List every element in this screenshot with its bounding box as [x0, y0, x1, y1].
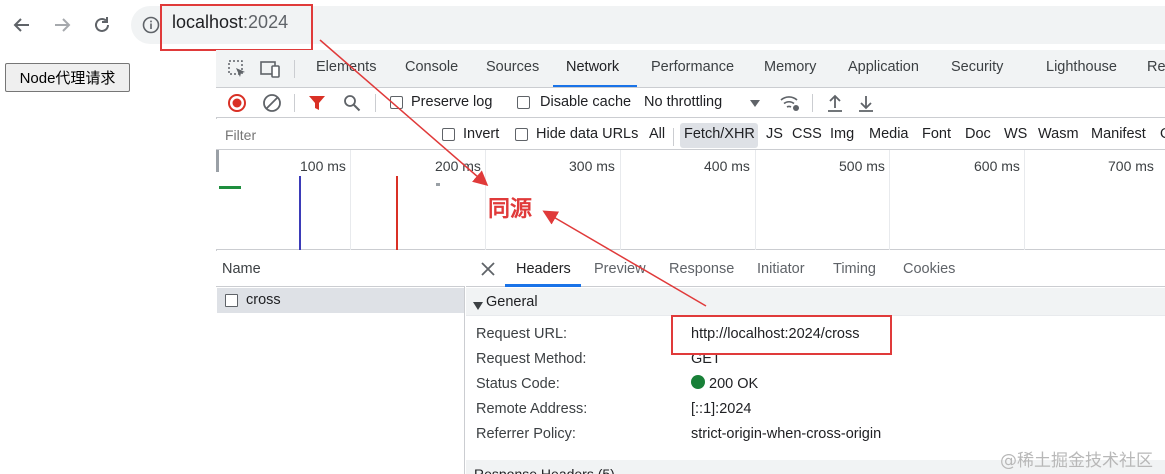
annotation-arrow-from-request-url	[542, 210, 707, 307]
annotation-arrow-from-url	[319, 39, 489, 186]
annotation-arrows	[319, 39, 707, 307]
same-origin-annotation: 同源	[488, 197, 533, 222]
watermark: @稀土掘金技术社区	[1000, 451, 1153, 471]
